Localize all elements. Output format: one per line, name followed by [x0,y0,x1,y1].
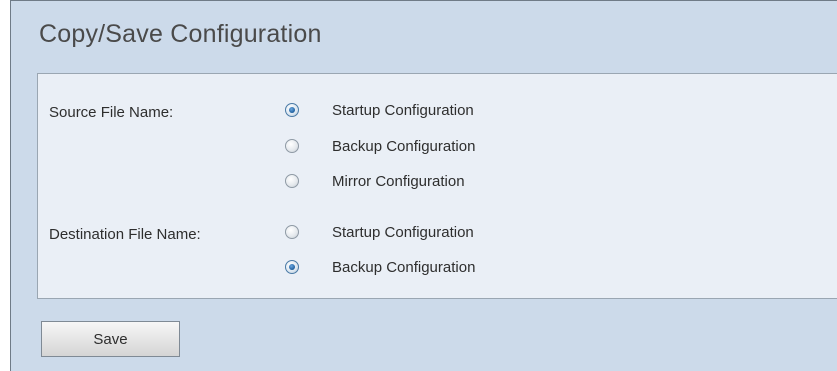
page-title: Copy/Save Configuration [39,20,322,48]
destination-startup-radio[interactable] [285,225,299,239]
source-mirror-label[interactable]: Mirror Configuration [332,173,465,190]
save-button[interactable]: Save [41,321,180,357]
source-backup-radio[interactable] [285,139,299,153]
source-option-mirror[interactable]: Mirror Configuration [285,171,465,191]
destination-option-startup[interactable]: Startup Configuration [285,222,474,242]
destination-startup-label[interactable]: Startup Configuration [332,224,474,241]
destination-backup-label[interactable]: Backup Configuration [332,259,475,276]
source-option-backup[interactable]: Backup Configuration [285,136,475,156]
config-page: Copy/Save Configuration Source File Name… [10,0,837,371]
source-startup-label[interactable]: Startup Configuration [332,102,474,119]
destination-file-name-label: Destination File Name: [49,226,201,243]
source-option-startup[interactable]: Startup Configuration [285,100,474,120]
source-startup-radio[interactable] [285,103,299,117]
destination-backup-radio[interactable] [285,260,299,274]
source-file-name-label: Source File Name: [49,104,174,121]
source-backup-label[interactable]: Backup Configuration [332,138,475,155]
destination-option-backup[interactable]: Backup Configuration [285,257,475,277]
source-mirror-radio[interactable] [285,174,299,188]
